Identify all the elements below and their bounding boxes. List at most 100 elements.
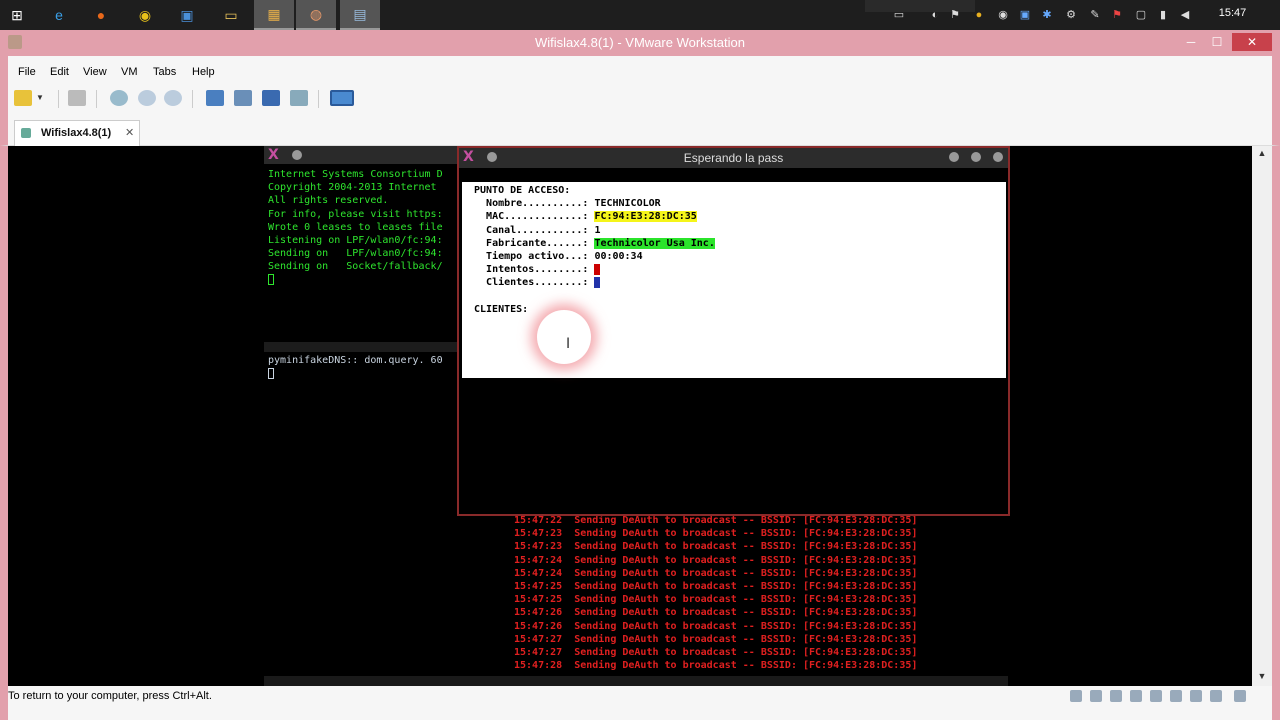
revert-snapshot-icon[interactable] (138, 90, 156, 106)
terminal-line: 15:47:25 Sending DeAuth to broadcast -- … (514, 594, 918, 606)
library-icon[interactable] (206, 90, 224, 106)
cd-icon[interactable] (1090, 690, 1102, 702)
close-icon[interactable] (993, 152, 1003, 162)
flag-icon[interactable]: ⚑ (948, 8, 962, 22)
toolbar-separator (192, 90, 193, 108)
tiempo-value: 00:00:34 (594, 251, 643, 263)
menu-file[interactable]: File (18, 66, 36, 78)
guest-taskbar[interactable] (264, 676, 1008, 686)
fullscreen-icon[interactable] (262, 90, 280, 106)
maximize-icon[interactable] (971, 152, 981, 162)
tab-close-icon[interactable]: ✕ (125, 126, 134, 139)
dns-terminal[interactable]: pyminifakeDNS:: dom.query. 60 (264, 352, 460, 672)
tray-app-icon[interactable]: ◉ (996, 8, 1010, 22)
intentos-label: Intentos........: (486, 264, 589, 276)
menu-edit[interactable]: Edit (50, 66, 69, 78)
unity-icon[interactable] (290, 90, 308, 106)
window-title: Wifislax4.8(1) - VMware Workstation (535, 35, 745, 50)
front-window-titlebar[interactable]: X Esperando la pass (459, 148, 1008, 168)
battery-icon[interactable]: ▮ (1156, 8, 1170, 22)
snapshot-icon[interactable] (110, 90, 128, 106)
sound-icon[interactable] (1150, 690, 1162, 702)
scroll-down-icon[interactable]: ▼ (1252, 671, 1272, 681)
terminal-line: 15:47:23 Sending DeAuth to broadcast -- … (514, 528, 918, 540)
intentos-indicator (594, 263, 601, 275)
hdd-icon[interactable] (1070, 690, 1082, 702)
explorer-icon[interactable]: ▭ (220, 4, 242, 26)
minimize-button[interactable]: ─ (1178, 33, 1204, 51)
terminal-line: Listening on LPF/wlan0/fc:94: (268, 235, 443, 247)
menu-view[interactable]: View (83, 66, 107, 78)
terminal-titlebar[interactable]: X (264, 146, 460, 164)
status-message: To return to your computer, press Ctrl+A… (8, 690, 212, 702)
maximize-button[interactable]: ☐ (1204, 33, 1230, 51)
console-view-icon[interactable] (234, 90, 252, 106)
minimize-icon[interactable] (949, 152, 959, 162)
ie-icon[interactable]: e (48, 4, 70, 26)
scroll-up-icon[interactable]: ▲ (1252, 148, 1272, 158)
notification-icon[interactable]: ● (972, 8, 986, 22)
ap-header: PUNTO DE ACCESO: (474, 185, 571, 196)
windows-start-icon[interactable]: ⊞ (6, 4, 28, 26)
network-icon[interactable]: ◐ (928, 8, 942, 22)
terminal-line: 15:47:23 Sending DeAuth to broadcast -- … (514, 541, 918, 553)
display-device-icon[interactable] (1210, 690, 1222, 702)
nombre-label: Nombre..........: (486, 198, 589, 210)
vm-tray-icon[interactable]: ▣ (1018, 8, 1032, 22)
terminal-line: Copyright 2004-2013 Internet (268, 182, 437, 194)
tab-label: Wifislax4.8(1) (41, 127, 112, 139)
display-icon[interactable]: ▢ (1134, 8, 1148, 22)
terminal-titlebar[interactable] (264, 342, 460, 352)
terminal-line: pyminifakeDNS:: dom.query. 60 (268, 355, 443, 366)
tab-bar: Wifislax4.8(1) ✕ (0, 114, 1280, 146)
taskbar-clock[interactable]: 15:47 (1210, 7, 1255, 19)
action-center-icon[interactable]: ⚑ (1110, 8, 1124, 22)
power-icon[interactable] (14, 90, 32, 106)
usb-device-icon[interactable] (1190, 690, 1202, 702)
tray-pen-icon[interactable]: ✎ (1088, 8, 1102, 22)
terminal-line: 15:47:27 Sending DeAuth to broadcast -- … (514, 633, 918, 645)
window-menu-icon[interactable] (292, 150, 302, 160)
menu-vm[interactable]: VM (121, 66, 138, 78)
app2-icon[interactable]: ◍ (296, 0, 336, 30)
power-dropdown-icon[interactable]: ▼ (36, 90, 44, 106)
deauth-terminal[interactable]: 15:47:22 Sending DeAuth to broadcast -- … (510, 514, 1010, 672)
terminal-line: 15:47:24 Sending DeAuth to broadcast -- … (514, 567, 918, 579)
status-bar: To return to your computer, press Ctrl+A… (0, 686, 1280, 720)
vmware-icon[interactable]: ▦ (254, 0, 294, 30)
app-icon[interactable]: ▣ (176, 4, 198, 26)
stretch-icon[interactable] (330, 90, 354, 106)
notepad-icon[interactable]: ▤ (340, 0, 380, 30)
tab-wifislax[interactable]: Wifislax4.8(1) ✕ (14, 120, 140, 146)
mac-label: MAC.............: (486, 211, 589, 223)
close-button[interactable]: ✕ (1232, 33, 1272, 51)
clientes-label: Clientes........: (486, 277, 589, 289)
chrome-icon[interactable]: ◉ (134, 4, 156, 26)
menu-help[interactable]: Help (192, 66, 215, 78)
firefox-icon[interactable]: ● (90, 4, 112, 26)
printer-icon[interactable] (1130, 690, 1142, 702)
front-window-title: Esperando la pass (683, 151, 784, 165)
canal-label: Canal...........: (486, 224, 589, 236)
usb-icon[interactable] (1110, 690, 1122, 702)
clientes-indicator (594, 276, 601, 288)
toolbar: ▼ (0, 84, 1280, 114)
tiempo-label: Tiempo activo...: (486, 251, 589, 263)
vertical-scrollbar[interactable]: ▲ ▼ (1252, 146, 1272, 686)
volume-icon[interactable]: ◀ (1178, 8, 1192, 22)
terminal-line: 15:47:26 Sending DeAuth to broadcast -- … (514, 607, 918, 619)
windows-taskbar: ⊞ e ● ◉ ▣ ▭ ▦ ◍ ▤ ▭ ◐ ⚑ ● ◉ ▣ ✱ ⚙ ✎ ⚑ ▢ … (0, 0, 1280, 30)
message-log-icon[interactable] (1234, 690, 1246, 702)
menu-tabs[interactable]: Tabs (153, 66, 176, 78)
send-keys-icon[interactable] (68, 90, 86, 106)
terminal-line: For info, please visit https: (268, 208, 443, 220)
dhcp-terminal[interactable]: Internet Systems Consortium D Copyright 2… (264, 164, 460, 342)
mac-value: FC:94:E3:28:DC:35 (594, 211, 697, 223)
vm-tab-icon (21, 128, 31, 138)
keyboard-icon[interactable]: ▭ (892, 8, 906, 22)
tray-tool-icon[interactable]: ⚙ (1064, 8, 1078, 22)
toolbar-separator (58, 90, 59, 108)
bluetooth-icon[interactable]: ✱ (1040, 8, 1054, 22)
network-adapter-icon[interactable] (1170, 690, 1182, 702)
snapshot-manager-icon[interactable] (164, 90, 182, 106)
